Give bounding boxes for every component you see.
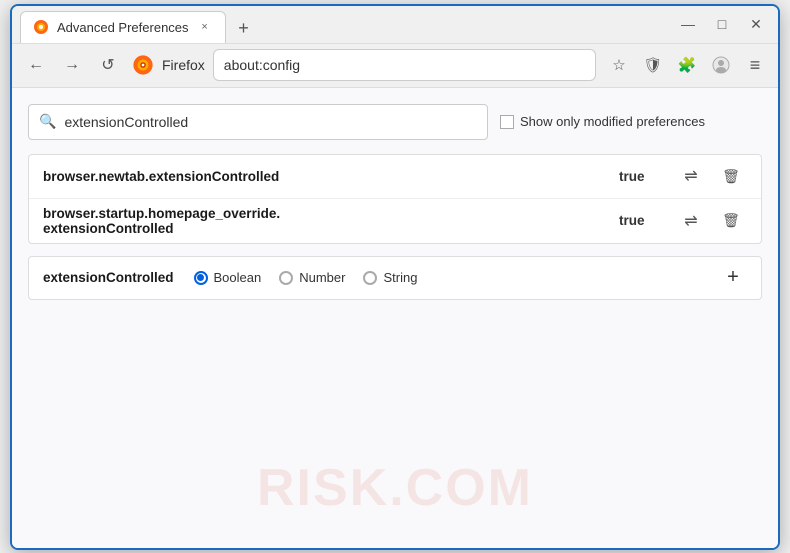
- address-text: about:config: [224, 57, 585, 73]
- browser-window: Advanced Preferences × + — □ ✕ ← → ↺ Fir…: [10, 4, 780, 550]
- close-button[interactable]: ✕: [742, 10, 770, 38]
- add-preference-row: extensionControlled Boolean Number Strin…: [28, 256, 762, 300]
- pref-value-2: true: [619, 213, 659, 228]
- toggle-button-2[interactable]: ⇌: [675, 205, 707, 237]
- bookmark-icon[interactable]: ☆: [604, 50, 634, 80]
- active-tab[interactable]: Advanced Preferences ×: [20, 11, 226, 43]
- row-actions-2: ⇌ 🗑: [675, 205, 747, 237]
- pref-name-2: browser.startup.homepage_override.extens…: [43, 206, 619, 236]
- show-modified-label[interactable]: Show only modified preferences: [500, 114, 705, 129]
- table-row[interactable]: browser.startup.homepage_override.extens…: [29, 199, 761, 243]
- toggle-button-1[interactable]: ⇌: [675, 160, 707, 192]
- delete-button-2[interactable]: 🗑: [715, 205, 747, 237]
- number-option[interactable]: Number: [279, 270, 345, 285]
- tab-area: Advanced Preferences × +: [20, 6, 666, 43]
- boolean-option[interactable]: Boolean: [194, 270, 262, 285]
- menu-button[interactable]: ≡: [740, 50, 770, 80]
- number-radio[interactable]: [279, 271, 293, 285]
- search-box: 🔍: [28, 104, 488, 140]
- show-modified-checkbox[interactable]: [500, 115, 514, 129]
- maximize-button[interactable]: □: [708, 10, 736, 38]
- delete-button-1[interactable]: 🗑: [715, 160, 747, 192]
- boolean-label: Boolean: [214, 270, 262, 285]
- tab-favicon: [33, 19, 49, 35]
- reload-button[interactable]: ↺: [92, 49, 124, 81]
- trash-icon-1: 🗑: [722, 168, 740, 185]
- minimize-button[interactable]: —: [674, 10, 702, 38]
- navigation-bar: ← → ↺ Firefox about:config ☆ 🛡 🧩 ≡: [12, 44, 778, 88]
- pref-name-1: browser.newtab.extensionControlled: [43, 169, 619, 184]
- trash-icon-2: 🗑: [722, 212, 740, 229]
- string-option[interactable]: String: [363, 270, 417, 285]
- tab-close-button[interactable]: ×: [197, 19, 213, 35]
- number-label: Number: [299, 270, 345, 285]
- title-bar: Advanced Preferences × + — □ ✕: [12, 6, 778, 44]
- page-content: RISK.COM 🔍 Show only modified preference…: [12, 88, 778, 548]
- profile-icon[interactable]: [706, 50, 736, 80]
- search-row: 🔍 Show only modified preferences: [28, 104, 762, 140]
- show-modified-text: Show only modified preferences: [520, 114, 705, 129]
- row-actions-1: ⇌ 🗑: [675, 160, 747, 192]
- string-label: String: [383, 270, 417, 285]
- toggle-icon-2: ⇌: [684, 211, 697, 231]
- type-radio-group: Boolean Number String: [194, 270, 418, 285]
- new-pref-name: extensionControlled: [43, 270, 174, 285]
- results-table: browser.newtab.extensionControlled true …: [28, 154, 762, 244]
- watermark: RISK.COM: [257, 458, 533, 518]
- back-button[interactable]: ←: [20, 49, 52, 81]
- toggle-icon-1: ⇌: [684, 166, 697, 186]
- shield-icon[interactable]: 🛡: [638, 50, 668, 80]
- add-preference-button[interactable]: +: [719, 264, 747, 292]
- table-row[interactable]: browser.newtab.extensionControlled true …: [29, 155, 761, 199]
- nav-icons-area: ☆ 🛡 🧩 ≡: [604, 50, 770, 80]
- string-radio[interactable]: [363, 271, 377, 285]
- boolean-radio[interactable]: [194, 271, 208, 285]
- new-tab-button[interactable]: +: [230, 15, 258, 43]
- pref-value-1: true: [619, 169, 659, 184]
- extension-icon[interactable]: 🧩: [672, 50, 702, 80]
- window-controls: — □ ✕: [674, 10, 770, 38]
- address-bar[interactable]: about:config: [213, 49, 596, 81]
- tab-title: Advanced Preferences: [57, 20, 189, 35]
- search-icon: 🔍: [39, 113, 56, 130]
- browser-brand-label: Firefox: [162, 57, 205, 73]
- forward-button[interactable]: →: [56, 49, 88, 81]
- firefox-logo: [132, 54, 154, 76]
- search-input[interactable]: [64, 114, 477, 130]
